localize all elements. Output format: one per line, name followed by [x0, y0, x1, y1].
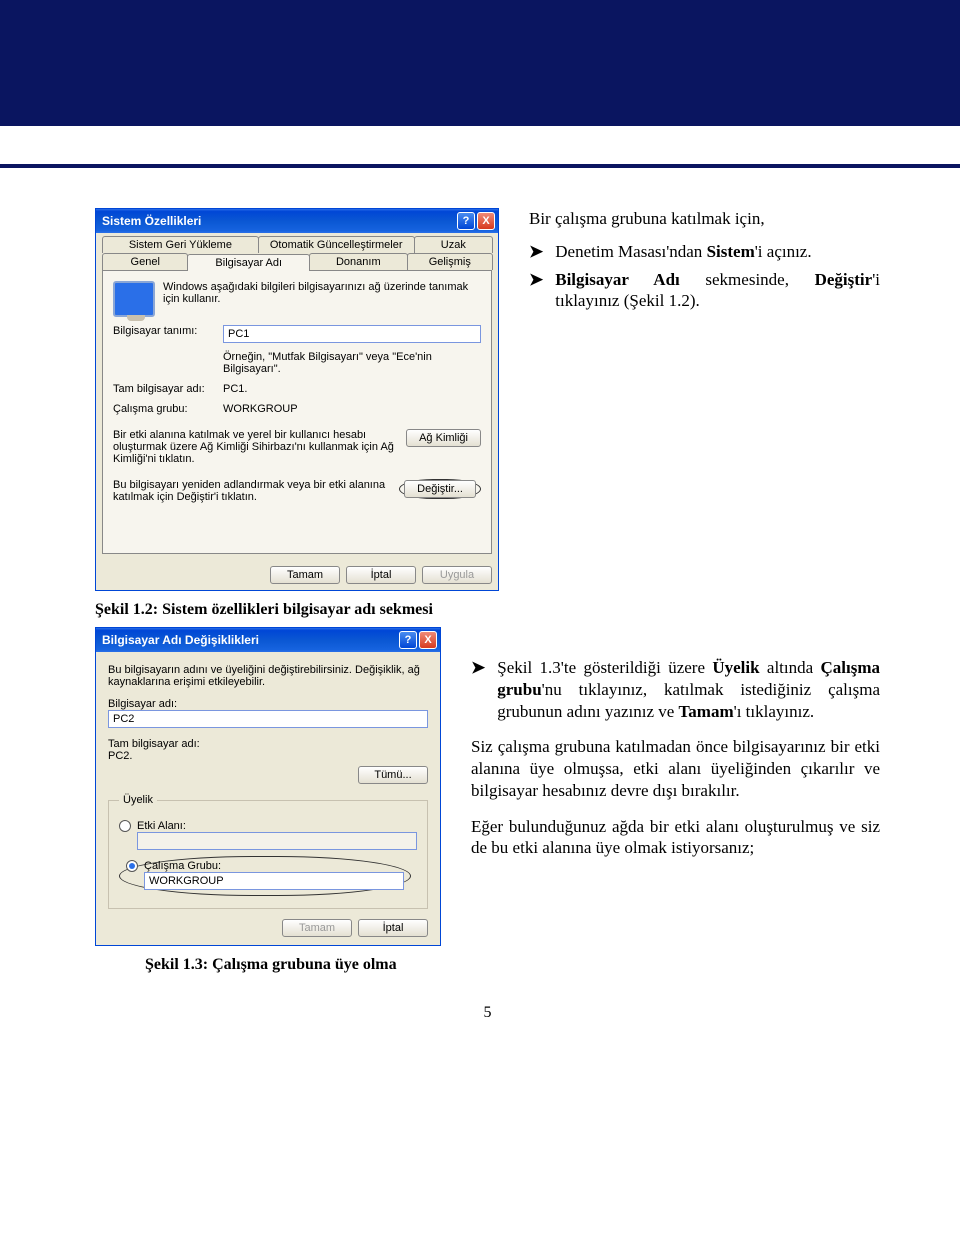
tab-panel: Windows aşağıdaki bilgileri bilgisayarın… [102, 270, 492, 554]
computer-name-changes-window: Bilgisayar Adı Değişiklikleri ? X Bu bil… [95, 627, 441, 946]
workgroup-radio-label: Çalışma Grubu: [144, 860, 239, 872]
ok-button[interactable]: Tamam [270, 566, 340, 584]
help-button-icon[interactable]: ? [399, 631, 417, 649]
ok-button[interactable]: Tamam [282, 919, 352, 937]
dialog-buttons: Tamam İptal Uygula [96, 560, 498, 590]
tabs-bottom-row: Genel Bilgisayar Adı Donanım Gelişmiş [96, 253, 498, 270]
bullet-arrow-icon: ➤ [471, 657, 485, 722]
netid-text: Bir etki alanına katılmak ve yerel bir k… [113, 429, 398, 465]
figure-caption-1: Şekil 1.2: Sistem özellikleri bilgisayar… [95, 601, 880, 619]
tab-computer-name[interactable]: Bilgisayar Adı [187, 254, 310, 271]
page-content: Sistem Özellikleri ? X Sistem Geri Yükle… [0, 168, 960, 1042]
workgroup-input[interactable] [144, 872, 404, 890]
full-name-label: Tam bilgisayar adı: [108, 738, 428, 750]
computer-icon [113, 281, 155, 317]
bullet-2: Bilgisayar Adı sekmesinde, Değiştir'i tı… [555, 269, 880, 312]
highlight-oval: Değiştir... [399, 479, 481, 499]
header-band [0, 0, 960, 126]
domain-label: Etki Alanı: [137, 820, 232, 832]
titlebar: Bilgisayar Adı Değişiklikleri ? X [96, 628, 440, 652]
tabs-top-row: Sistem Geri Yükleme Otomatik Güncelleşti… [96, 233, 498, 253]
help-button-icon[interactable]: ? [457, 212, 475, 230]
cancel-button[interactable]: İptal [346, 566, 416, 584]
computer-desc-input[interactable] [223, 325, 481, 343]
full-name-value: PC2. [108, 750, 428, 762]
computer-name-input[interactable] [108, 710, 428, 728]
desc-example: Örneğin, "Mutfak Bilgisayarı" veya "Ece'… [223, 351, 481, 375]
page-number: 5 [95, 1004, 880, 1022]
intro-text: Bu bilgisayarın adını ve üyeliğini değiş… [108, 664, 428, 688]
desc-label: Bilgisayar tanımı: [113, 325, 223, 343]
network-id-button[interactable]: Ağ Kimliği [406, 429, 481, 447]
workgroup-label: Çalışma grubu: [113, 403, 223, 415]
membership-fieldset: Üyelik Etki Alanı: Çalışma Grubu: [108, 794, 428, 909]
dialog-body: Bu bilgisayarın adını ve üyeliğini değiş… [96, 652, 440, 945]
paragraph-2: Eğer bulunduğunuz ağda bir etki alanı ol… [471, 816, 880, 860]
fullname-label: Tam bilgisayar adı: [113, 383, 223, 395]
apply-button[interactable]: Uygula [422, 566, 492, 584]
workgroup-value: WORKGROUP [223, 403, 481, 415]
tab-general[interactable]: Genel [102, 253, 188, 270]
figure-caption-2: Şekil 1.3: Çalışma grubuna üye olma [145, 956, 880, 974]
window-title: Sistem Özellikleri [102, 214, 455, 228]
more-button[interactable]: Tümü... [358, 766, 428, 784]
membership-legend: Üyelik [119, 794, 157, 806]
tab-remote[interactable]: Uzak [414, 236, 493, 253]
tab-hardware[interactable]: Donanım [309, 253, 408, 270]
bullet-arrow-icon: ➤ [529, 241, 543, 262]
bullet-1: Denetim Masası'ndan Sistem'i açınız. [555, 241, 880, 262]
intro-text: Windows aşağıdaki bilgileri bilgisayarın… [163, 281, 481, 317]
bullet-arrow-icon: ➤ [529, 269, 543, 312]
close-icon[interactable]: X [477, 212, 495, 230]
cancel-button[interactable]: İptal [358, 919, 428, 937]
tab-advanced[interactable]: Gelişmiş [407, 253, 493, 270]
change-text: Bu bilgisayarı yeniden adlandırmak veya … [113, 479, 391, 503]
titlebar: Sistem Özellikleri ? X [96, 209, 498, 233]
workgroup-radio[interactable] [126, 860, 138, 872]
tab-restore[interactable]: Sistem Geri Yükleme [102, 236, 259, 253]
domain-input[interactable] [137, 832, 417, 850]
bullet-3: Şekil 1.3'te gösterildiği üzere Üyelik a… [497, 657, 880, 722]
paragraph-1: Siz çalışma grubuna katılmadan önce bilg… [471, 736, 880, 801]
window-title: Bilgisayar Adı Değişiklikleri [102, 633, 397, 647]
domain-radio[interactable] [119, 820, 131, 832]
instructions-top: Bir çalışma grubuna katılmak için, ➤ Den… [529, 208, 880, 319]
instructions-right: ➤ Şekil 1.3'te gösterildiği üzere Üyelik… [471, 627, 880, 873]
close-icon[interactable]: X [419, 631, 437, 649]
highlight-oval: Çalışma Grubu: [119, 856, 411, 896]
change-button[interactable]: Değiştir... [404, 480, 476, 498]
system-properties-window: Sistem Özellikleri ? X Sistem Geri Yükle… [95, 208, 499, 591]
tab-autoupdate[interactable]: Otomatik Güncelleştirmeler [258, 236, 415, 253]
intro-line: Bir çalışma grubuna katılmak için, [529, 208, 880, 229]
computer-name-label: Bilgisayar adı: [108, 698, 428, 710]
fullname-value: PC1. [223, 383, 481, 395]
